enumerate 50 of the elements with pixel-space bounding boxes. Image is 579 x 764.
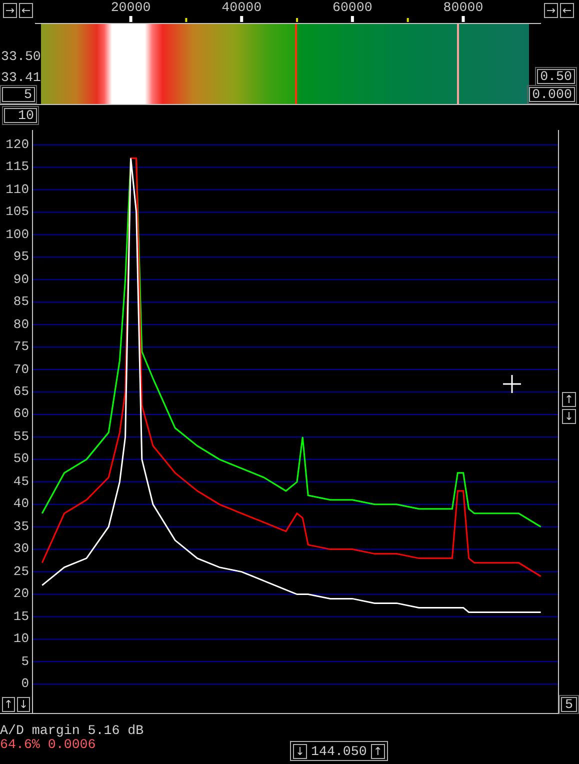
ratio-text: 64.6% 0.0006 [0, 738, 97, 752]
axis-label: 80 [13, 316, 29, 332]
scroll-button[interactable]: ← [19, 3, 33, 18]
ruler-label: 40000 [222, 1, 262, 15]
ruler-label: 80000 [443, 1, 484, 15]
time-label: 33.50 [1, 50, 41, 64]
scale-button[interactable]: ↓ [562, 409, 576, 424]
axis-label: 10 [13, 631, 29, 646]
axis-label: 0 [21, 676, 29, 692]
axis-label: 65 [13, 384, 29, 399]
number-field[interactable]: 10 [4, 108, 37, 123]
axis-label: 15 [13, 608, 29, 624]
scroll-button[interactable]: ← [560, 3, 574, 18]
scroll-button[interactable]: → [3, 3, 17, 18]
number-field[interactable]: 5 [2, 87, 35, 102]
axis-label: 30 [13, 541, 29, 556]
axis-label: 5 [21, 654, 29, 669]
crosshair-cursor-icon [503, 375, 521, 393]
axis-label: 115 [6, 159, 29, 174]
axis-label: 40 [13, 496, 29, 512]
axis-label: 75 [13, 339, 29, 354]
axis-label: 120 [6, 136, 29, 152]
axis-label: 95 [13, 249, 29, 264]
axis-label: 105 [6, 204, 29, 220]
frequency-down-button[interactable]: ↓ [293, 744, 307, 758]
axis-label: 90 [13, 272, 29, 287]
scale-button[interactable]: ↑ [2, 697, 15, 712]
scale-button[interactable]: ↑ [562, 392, 576, 407]
axis-label: 70 [13, 362, 29, 377]
axis-label: 110 [6, 182, 29, 197]
frequency-value: 144.050 [311, 744, 367, 758]
axis-label: 100 [6, 226, 29, 242]
axis-label: 25 [13, 564, 29, 579]
ad-margin-text: A/D margin 5.16 dB [0, 724, 145, 738]
time-label: 33.41 [1, 71, 41, 85]
scale-button[interactable]: ↓ [17, 697, 30, 712]
number-field[interactable]: 5 [561, 697, 577, 712]
scroll-button[interactable]: → [544, 3, 558, 18]
axis-label: 85 [13, 294, 29, 310]
axis-label: 45 [13, 474, 29, 489]
ruler-label: 20000 [110, 1, 151, 15]
axis-label: 60 [13, 406, 29, 422]
number-field[interactable]: 0.000 [529, 87, 575, 102]
number-field[interactable]: 0.50 [537, 69, 575, 84]
axis-label: 55 [13, 428, 29, 444]
frequency-up-button[interactable]: ↑ [370, 744, 385, 758]
axis-label: 20 [13, 586, 29, 602]
axis-label: 35 [13, 518, 29, 534]
axis-label: 50 [13, 451, 29, 466]
ruler-label: 60000 [332, 1, 372, 15]
